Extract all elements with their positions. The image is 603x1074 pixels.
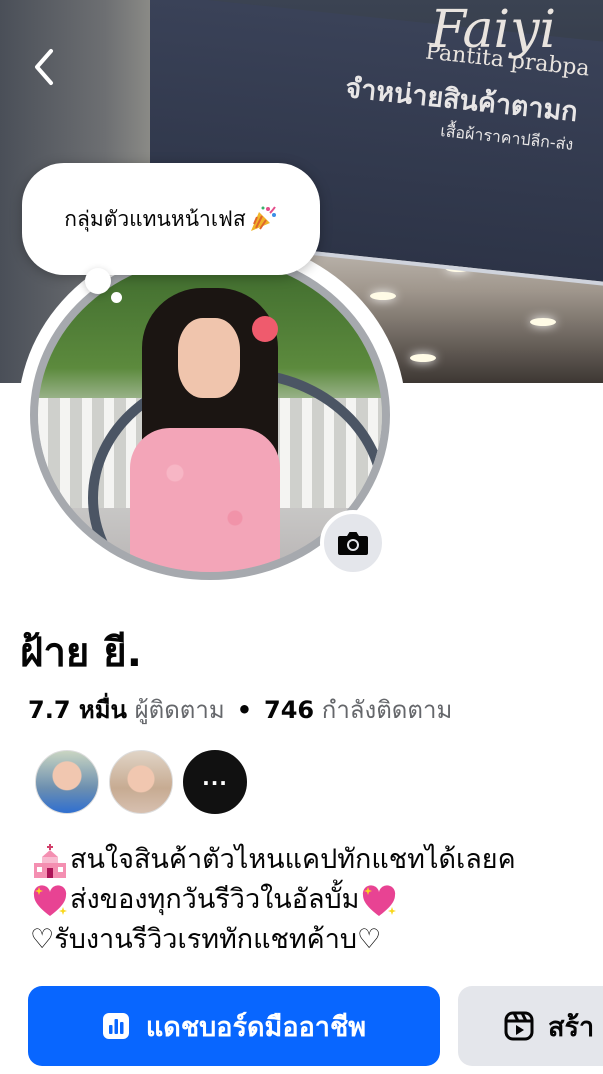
party-popper-icon bbox=[250, 206, 276, 231]
create-reel-button[interactable]: สร้า bbox=[458, 986, 603, 1066]
more-friends-button[interactable]: ... bbox=[183, 750, 247, 814]
photo-face bbox=[178, 318, 240, 398]
bio-text-1: สนใจสินค้าตัวไหนแคปทักแชทได้เลยค bbox=[70, 844, 516, 875]
sparkling-heart-icon bbox=[33, 884, 67, 916]
bio-line-1: สนใจสินค้าตัวไหนแคปทักแชทได้เลยค bbox=[30, 840, 603, 880]
follow-stats: 7.7 หมื่น ผู้ติดตาม • 746 กำลังติดตาม bbox=[28, 690, 452, 729]
profile-bio: สนใจสินค้าตัวไหนแคปทักแชทได้เลยค ส่งของท… bbox=[30, 840, 603, 960]
change-photo-button[interactable] bbox=[320, 510, 386, 576]
note-bubble-tail-small bbox=[111, 292, 122, 303]
profile-note[interactable]: กลุ่มตัวแทนหน้าเฟส bbox=[22, 163, 320, 275]
create-button-label: สร้า bbox=[548, 1011, 595, 1043]
reels-icon bbox=[504, 1011, 534, 1041]
following-label: กำลังติดตาม bbox=[321, 696, 453, 724]
stats-separator: • bbox=[236, 696, 253, 724]
bio-line-3: ♡รับงานรีวิวเรททักแชทค้าบ♡ bbox=[30, 924, 382, 955]
following-count: 746 bbox=[264, 696, 315, 724]
camera-icon bbox=[338, 532, 368, 555]
back-button[interactable] bbox=[22, 42, 66, 92]
more-dots: ... bbox=[202, 766, 228, 790]
wedding-chapel-icon bbox=[34, 843, 66, 878]
chevron-left-icon bbox=[35, 49, 53, 85]
professional-dashboard-button[interactable]: แดชบอร์ดมืออาชีพ bbox=[28, 986, 440, 1066]
photo-dress bbox=[130, 428, 280, 572]
followers-link[interactable]: 7.7 หมื่น ผู้ติดตาม bbox=[28, 696, 225, 724]
dashboard-button-label: แดชบอร์ดมืออาชีพ bbox=[145, 1011, 367, 1043]
bio-line-2: ส่งของทุกวันรีวิวในอัลบั้ม bbox=[30, 880, 603, 920]
friend-avatar[interactable] bbox=[35, 750, 99, 814]
followers-label: ผู้ติดตาม bbox=[134, 696, 225, 724]
mutual-friends: ... bbox=[35, 750, 247, 814]
photo-flower bbox=[252, 316, 278, 342]
following-link[interactable]: 746 กำลังติดตาม bbox=[264, 696, 452, 724]
note-text: กลุ่มตัวแทนหน้าเฟส bbox=[64, 206, 246, 231]
profile-name: ฝ้าย ยี. bbox=[20, 630, 142, 676]
dashboard-chart-icon bbox=[102, 1013, 129, 1039]
sparkling-heart-icon bbox=[363, 884, 397, 916]
followers-count: 7.7 หมื่น bbox=[28, 696, 127, 724]
bio-text-2: ส่งของทุกวันรีวิวในอัลบั้ม bbox=[70, 884, 360, 915]
note-bubble-tail bbox=[85, 268, 111, 294]
friend-avatar[interactable] bbox=[109, 750, 173, 814]
